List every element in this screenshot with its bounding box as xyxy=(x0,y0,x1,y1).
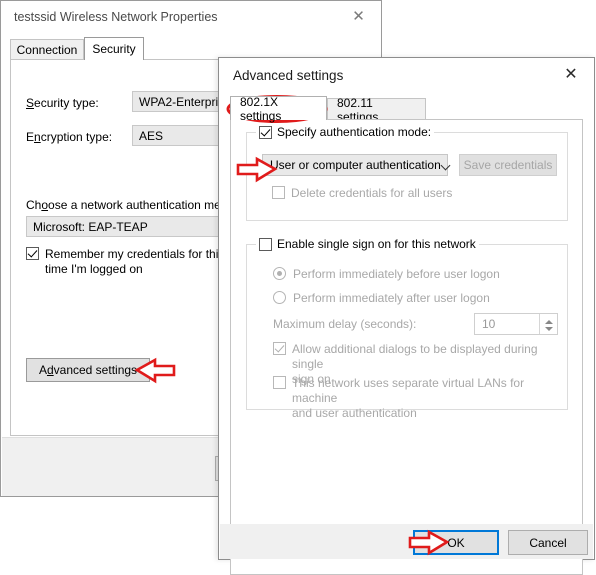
cancel-button[interactable]: Cancel xyxy=(508,530,588,555)
tab-connection-label: Connection xyxy=(16,43,78,57)
advanced-settings-button[interactable]: Advanced settings xyxy=(26,358,150,382)
authentication-mode-value: User or computer authentication xyxy=(270,158,441,172)
spinner-down-icon[interactable] xyxy=(540,324,557,334)
allow-additional-dialogs-label-line1: Allow additional dialogs to be displayed… xyxy=(292,342,538,371)
separate-vlans-label-line2: and user authentication xyxy=(292,406,417,420)
parent-dialog-title: testssid Wireless Network Properties xyxy=(14,10,218,24)
allow-additional-dialogs-checkbox xyxy=(273,342,286,355)
radio-perform-before-logon-label: Perform immediately before user logon xyxy=(293,267,500,281)
delete-credentials-checkbox xyxy=(272,186,285,199)
enable-single-sign-on-checkbox[interactable] xyxy=(259,237,272,251)
advanced-dialog-footer: OK Cancel xyxy=(220,524,593,559)
separate-vlans-checkbox xyxy=(273,376,286,389)
spinner-up-icon[interactable] xyxy=(540,314,557,324)
specify-authentication-mode-legend[interactable]: Specify authentication mode: xyxy=(256,125,435,139)
radio-perform-before-logon xyxy=(273,267,286,280)
delete-credentials-label: Delete credentials for all users xyxy=(291,186,453,200)
save-credentials-button: Save credentials xyxy=(459,154,557,176)
single-sign-on-group: Enable single sign on for this network P… xyxy=(246,237,568,420)
advanced-titlebar: Advanced settings ✕ xyxy=(219,58,594,94)
close-icon[interactable]: ✕ xyxy=(336,1,381,31)
remember-credentials-checkbox[interactable] xyxy=(26,247,39,260)
chevron-down-icon xyxy=(441,160,452,171)
tab-8021x-settings-label: 802.1X settings xyxy=(240,94,282,123)
advanced-tab-strip: 802.1X settings 802.11 settings xyxy=(230,94,582,124)
tab-security[interactable]: Security xyxy=(84,37,144,60)
parent-titlebar: testssid Wireless Network Properties ✕ xyxy=(1,1,381,35)
delete-credentials-row: Delete credentials for all users xyxy=(272,186,452,200)
advanced-dialog-title: Advanced settings xyxy=(233,68,344,83)
ok-button[interactable]: OK xyxy=(413,530,499,555)
tab-8021x-settings[interactable]: 802.1X settings xyxy=(230,94,327,123)
maximum-delay-value: 10 xyxy=(482,317,496,331)
radio-perform-after-logon-label: Perform immediately after user logon xyxy=(293,291,490,305)
radio-before-logon-row: Perform immediately before user logon xyxy=(273,267,500,281)
specify-authentication-mode-label: Specify authentication mode: xyxy=(277,125,432,139)
ok-button-label: OK xyxy=(447,535,465,550)
radio-after-logon-row: Perform immediately after user logon xyxy=(273,291,490,305)
maximum-delay-label: Maximum delay (seconds): xyxy=(273,317,417,331)
enable-single-sign-on-label: Enable single sign on for this network xyxy=(277,237,476,251)
advanced-settings-dialog: Advanced settings ✕ 802.1X settings 802.… xyxy=(218,57,595,575)
save-credentials-label: Save credentials xyxy=(463,158,553,172)
close-icon[interactable]: ✕ xyxy=(548,58,594,90)
encryption-type-label: Encryption type: xyxy=(26,130,113,144)
specify-authentication-mode-checkbox[interactable] xyxy=(259,125,272,139)
advanced-settings-button-label: Advanced settings xyxy=(38,363,138,377)
cancel-button-label: Cancel xyxy=(529,535,567,550)
spinner-buttons[interactable] xyxy=(539,314,557,334)
tab-connection[interactable]: Connection xyxy=(10,39,84,60)
security-type-label: Security type: xyxy=(26,96,99,110)
enable-single-sign-on-legend[interactable]: Enable single sign on for this network xyxy=(256,237,479,251)
remember-credentials-label-line1: Remember my credentials for this con xyxy=(45,247,248,261)
tab-security-label: Security xyxy=(92,42,136,56)
separate-vlans-label-line1: This network uses separate virtual LANs … xyxy=(292,376,525,405)
maximum-delay-spinner[interactable]: 10 xyxy=(474,313,558,335)
auth-method-label: Choose a network authentication method: xyxy=(26,198,248,212)
advanced-tab-panel: Specify authentication mode: User or com… xyxy=(230,119,583,575)
radio-perform-after-logon xyxy=(273,291,286,304)
authentication-mode-dropdown[interactable]: User or computer authentication xyxy=(262,154,448,176)
separate-vlans-row: This network uses separate virtual LANs … xyxy=(273,376,567,421)
specify-authentication-mode-group: Specify authentication mode: User or com… xyxy=(246,125,568,221)
remember-credentials-label-line2: time I'm logged on xyxy=(45,262,143,276)
tab-80211-settings[interactable]: 802.11 settings xyxy=(327,96,426,124)
